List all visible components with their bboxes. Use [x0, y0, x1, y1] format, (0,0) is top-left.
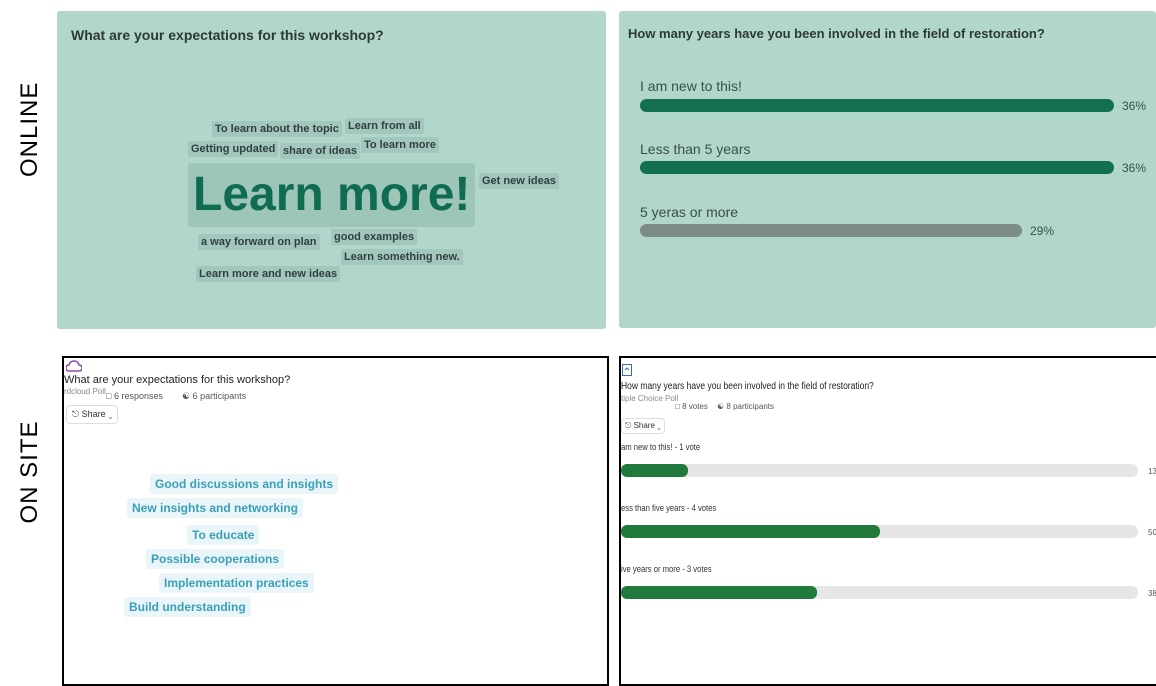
poll-option-label: Less than 5 years [640, 141, 751, 157]
cloud-word: Learn something new. [341, 249, 463, 265]
online-wordcloud-panel: What are your expectations for this work… [57, 11, 606, 329]
poll-bar-track [621, 464, 1138, 477]
cloud-word: a way forward on plan [198, 234, 320, 250]
share-button[interactable]: ⎋ Share ⌄ [66, 405, 119, 424]
onsite-poll-panel: How many years have you been involved in… [619, 356, 1156, 686]
poll-type-label: tiple Choice Poll [621, 394, 679, 403]
poll-percentage: 13 [1148, 467, 1156, 476]
poll-percentage: 36% [1122, 161, 1147, 175]
chevron-down-icon: ⌄ [108, 409, 113, 419]
poll-option-label: I am new to this! [640, 78, 742, 94]
cloud-word: Getting updated [188, 141, 279, 157]
chevron-down-icon: ⌄ [657, 421, 661, 430]
votes-text: 8 votes [682, 402, 708, 411]
cloud-word: To learn more [361, 137, 439, 153]
cloud-word: Learn from all [345, 118, 424, 134]
share-label: Share [81, 409, 106, 419]
onsite-wordcloud-title: What are your expectations for this work… [64, 374, 291, 386]
poll-bar [640, 99, 1114, 112]
poll-type-label: rdcloud Poll [64, 387, 106, 396]
participants-count: ☯ 6 participants [182, 391, 246, 402]
poll-bar [621, 525, 880, 538]
cloud-big-word: Learn more! [188, 163, 476, 227]
poll-option-label: am new to this! - 1 vote [621, 442, 701, 452]
online-poll-panel: How many years have you been involved in… [619, 11, 1156, 328]
share-icon: ⎋ [625, 421, 632, 430]
poll-logo-icon [622, 364, 632, 376]
poll-bar [621, 464, 688, 477]
participants-count: ☯ 8 participants [717, 402, 774, 411]
online-poll-title: How many years have you been involved in… [628, 26, 1045, 41]
cloud-word: Get new ideas [479, 173, 559, 189]
responses-count: □ 6 responses [106, 391, 163, 401]
poll-bar [621, 586, 817, 599]
responses-text: 6 responses [113, 391, 163, 401]
online-wordcloud-title: What are your expectations for this work… [71, 27, 384, 43]
onsite-wordcloud-panel: What are your expectations for this work… [62, 356, 609, 686]
poll-bar [640, 161, 1114, 174]
cloud-word: New insights and networking [127, 498, 304, 518]
poll-option-label: ive years or more - 3 votes [621, 564, 712, 574]
cloud-word: To educate [187, 525, 260, 545]
responses-icon: □ [106, 391, 112, 401]
onsite-row-label: ON SITE [16, 420, 43, 524]
participants-text: 8 participants [726, 402, 774, 411]
participants-text: 6 participants [192, 391, 247, 401]
poll-bar [640, 224, 1022, 237]
cloud-word: good examples [331, 229, 418, 245]
participants-icon: ☯ [717, 402, 725, 411]
cloud-logo-icon [66, 360, 82, 372]
cloud-word: share of ideas [280, 143, 360, 159]
online-row-label: ONLINE [16, 81, 43, 177]
participants-icon: ☯ [182, 391, 191, 401]
onsite-poll-title: How many years have you been involved in… [621, 381, 874, 392]
poll-option-label: ess than five years - 4 votes [621, 503, 717, 513]
cloud-word: To learn about the topic [212, 121, 342, 137]
cloud-word: Build understanding [124, 597, 251, 617]
cloud-word: Good discussions and insights [150, 474, 339, 494]
poll-option-label: 5 yeras or more [640, 204, 739, 220]
votes-icon: □ [675, 402, 680, 411]
cloud-word: Learn more and new ideas [196, 266, 341, 282]
votes-count: □ 8 votes [675, 402, 708, 411]
cloud-word: Implementation practices [159, 573, 314, 593]
share-button[interactable]: ⎋ Share ⌄ [621, 418, 665, 434]
share-label: Share [633, 421, 655, 430]
poll-percentage: 38 [1148, 589, 1156, 598]
poll-percentage: 36% [1122, 99, 1147, 113]
poll-percentage: 29% [1030, 224, 1055, 238]
cloud-word: Possible cooperations [146, 549, 285, 569]
poll-percentage: 50 [1148, 528, 1156, 537]
share-icon: ⎋ [72, 409, 80, 419]
